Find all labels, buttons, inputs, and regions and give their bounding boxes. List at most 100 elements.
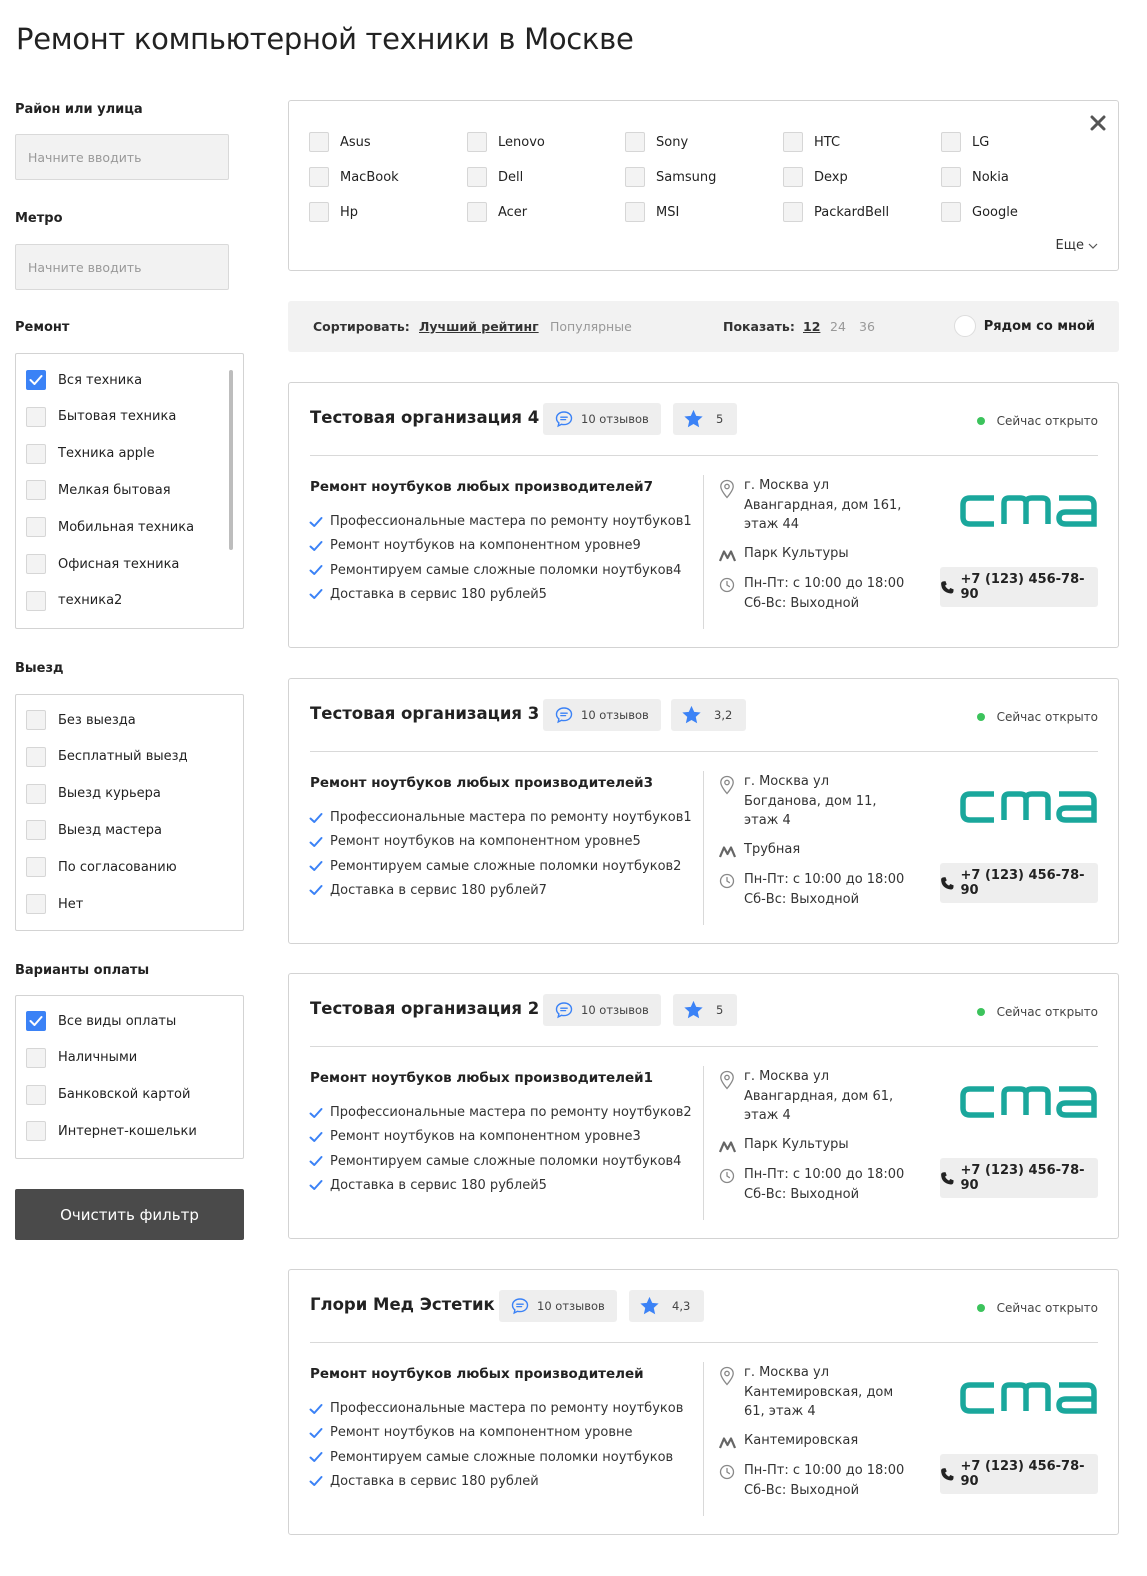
checkbox[interactable] [26, 746, 46, 767]
checkbox[interactable] [26, 370, 46, 390]
brand-option[interactable]: Samsung [625, 166, 716, 188]
checkbox[interactable] [26, 1084, 46, 1105]
checkbox[interactable] [941, 202, 961, 222]
checkbox[interactable] [467, 167, 487, 187]
sort-option-best-rating[interactable]: Лучший рейтинг [419, 319, 539, 334]
brand-more-button[interactable]: Еще [1056, 238, 1098, 253]
filter-option[interactable]: Бытовая техника [26, 406, 176, 428]
checkbox[interactable] [783, 202, 803, 222]
checkbox[interactable] [26, 1011, 46, 1031]
filter-option[interactable]: Банковской картой [26, 1084, 190, 1106]
filter-option[interactable]: Выезд курьера [26, 783, 161, 805]
brand-option[interactable]: Dell [467, 166, 523, 188]
filter-option[interactable]: Мобильная техника [26, 516, 194, 538]
brand-option[interactable]: Nokia [941, 166, 1009, 188]
checkbox[interactable] [467, 202, 487, 222]
organization-name[interactable]: Тестовая организация 4 [310, 408, 539, 427]
brand-option[interactable]: Sony [625, 131, 688, 153]
near-me-toggle[interactable]: Рядом со мной [953, 315, 1095, 337]
show-option-24[interactable]: 24 [830, 319, 846, 334]
organization-name[interactable]: Глори Мед Эстетик [310, 1295, 495, 1314]
checkbox[interactable] [783, 132, 803, 152]
checkbox[interactable] [26, 406, 46, 427]
organization-name[interactable]: Тестовая организация 3 [310, 704, 539, 723]
checkmark-icon [309, 1427, 323, 1438]
brand-option[interactable]: Dexp [783, 166, 848, 188]
checkbox[interactable] [625, 167, 645, 187]
repair-list-scrollbar[interactable] [229, 370, 233, 550]
show-option-36[interactable]: 36 [859, 319, 875, 334]
checkbox[interactable] [26, 710, 46, 730]
brand-option[interactable]: Google [941, 201, 1018, 223]
feature-text: Профессиональные мастера по ремонту ноут… [330, 1401, 684, 1416]
close-icon[interactable] [1088, 113, 1108, 133]
phone-button[interactable]: +7 (123) 456-78-90 [940, 1454, 1098, 1494]
checkbox[interactable] [941, 167, 961, 187]
brand-option[interactable]: LG [941, 131, 989, 153]
phone-button[interactable]: +7 (123) 456-78-90 [940, 1158, 1098, 1198]
clear-filter-button[interactable]: Очистить фильтр [15, 1189, 244, 1240]
district-input[interactable] [15, 134, 229, 180]
brand-option[interactable]: MSI [625, 201, 679, 223]
filter-option[interactable]: Без выезда [26, 709, 136, 731]
brand-option[interactable]: Acer [467, 201, 527, 223]
checkbox[interactable] [783, 167, 803, 187]
filter-option[interactable]: Все виды оплаты [26, 1010, 176, 1032]
checkbox[interactable] [309, 202, 329, 222]
phone-button[interactable]: +7 (123) 456-78-90 [940, 863, 1098, 903]
brand-option[interactable]: MacBook [309, 166, 399, 188]
rating-value: 4,3 [672, 1299, 691, 1313]
checkbox[interactable] [26, 590, 46, 611]
checkbox[interactable] [26, 783, 46, 804]
reviews-pill[interactable]: 10 отзывов [543, 403, 661, 435]
checkbox[interactable] [26, 820, 46, 841]
checkbox[interactable] [26, 1047, 46, 1068]
show-option-12[interactable]: 12 [803, 319, 820, 334]
near-me-radio[interactable] [953, 315, 976, 337]
feature-item: Ремонт ноутбуков на компонентном уровне [309, 1425, 633, 1440]
filter-option[interactable]: Офисная техника [26, 553, 179, 575]
filter-option[interactable]: Интернет-кошельки [26, 1120, 197, 1142]
checkbox[interactable] [625, 202, 645, 222]
checkbox[interactable] [309, 132, 329, 152]
metro-input[interactable] [15, 244, 229, 290]
brand-option[interactable]: Lenovo [467, 131, 545, 153]
filter-option[interactable]: Техника apple [26, 443, 155, 465]
filter-option[interactable]: Нет [26, 893, 83, 915]
checkbox[interactable] [941, 132, 961, 152]
phone-button[interactable]: +7 (123) 456-78-90 [940, 567, 1098, 607]
filter-option[interactable]: Выезд мастера [26, 819, 162, 841]
filter-option-label: Вся техника [58, 372, 143, 388]
checkbox[interactable] [625, 132, 645, 152]
filter-option[interactable]: Наличными [26, 1047, 137, 1069]
checkbox[interactable] [26, 894, 46, 914]
filter-option[interactable]: Мелкая бытовая [26, 479, 171, 501]
checkbox[interactable] [26, 480, 46, 501]
brand-option[interactable]: Asus [309, 131, 371, 153]
checkbox[interactable] [26, 554, 46, 574]
reviews-pill[interactable]: 10 отзывов [543, 994, 661, 1026]
checkbox[interactable] [26, 517, 46, 538]
filter-option[interactable]: По согласованию [26, 856, 177, 878]
feature-text: Доставка в сервис 180 рублей5 [330, 1177, 547, 1193]
checkbox[interactable] [309, 167, 329, 187]
chat-bubble-icon [555, 1002, 573, 1019]
checkbox[interactable] [467, 132, 487, 152]
filter-option[interactable]: Вся техника [26, 369, 142, 391]
reviews-pill[interactable]: 10 отзывов [499, 1290, 617, 1322]
brand-option[interactable]: HTC [783, 131, 840, 153]
brand-option[interactable]: PackardBell [783, 201, 889, 223]
status-dot-icon [976, 1008, 985, 1016]
reviews-pill[interactable]: 10 отзывов [543, 699, 661, 731]
brand-option[interactable]: Hp [309, 201, 358, 223]
filter-option-label: Офисная техника [58, 556, 180, 572]
feature-item: Ремонтируем самые сложные поломки ноутбу… [309, 1154, 681, 1169]
organization-card: Тестовая организация 3 10 отзывов 3,2 Сейча… [288, 678, 1119, 944]
organization-name[interactable]: Тестовая организация 2 [310, 999, 539, 1018]
filter-option[interactable]: техника2 [26, 590, 122, 612]
checkbox[interactable] [26, 857, 46, 878]
sort-option-popular[interactable]: Популярные [550, 319, 632, 334]
checkbox[interactable] [26, 1121, 46, 1142]
checkbox[interactable] [26, 443, 46, 464]
filter-option[interactable]: Бесплатный выезд [26, 746, 188, 768]
